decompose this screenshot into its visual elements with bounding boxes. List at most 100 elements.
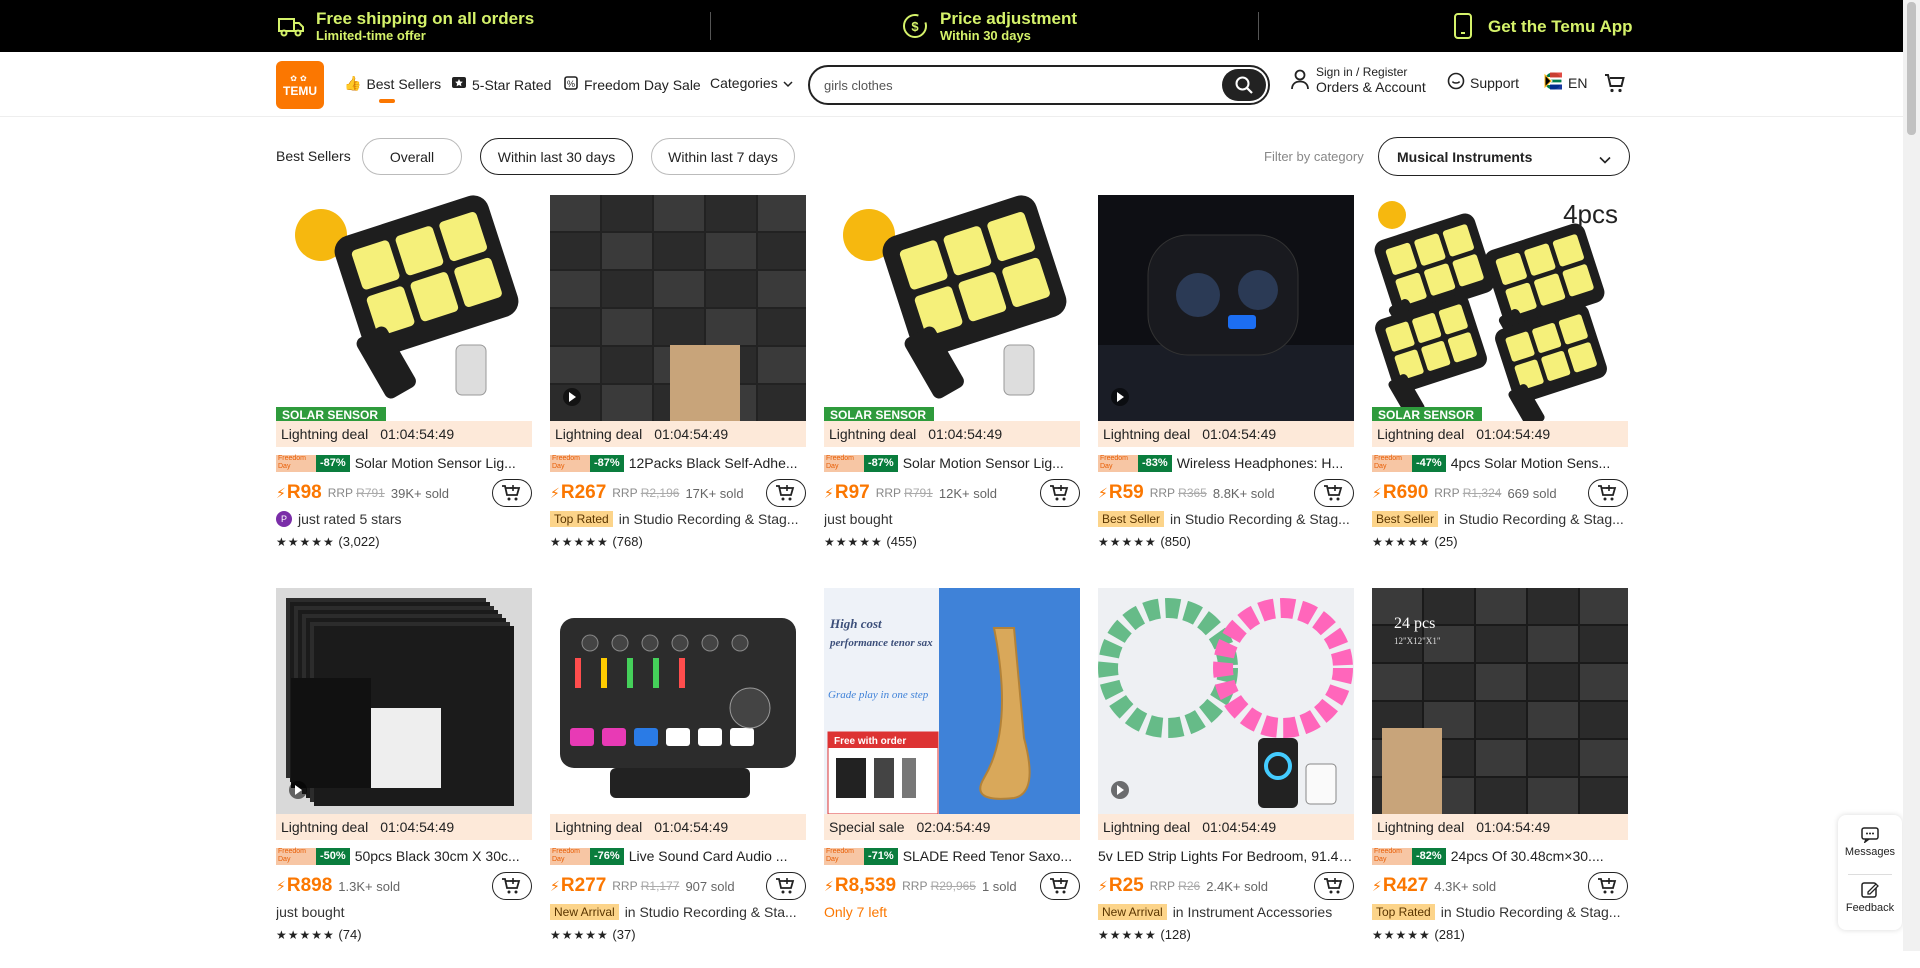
product-card[interactable]: 24 pcs 12"X12"X1" Lightning deal 01:04:54… xyxy=(1372,588,1628,968)
sold-count: 39K+ sold xyxy=(390,485,450,501)
product-card[interactable]: Lightning deal 01:04:54:49 Freedom Day -76… xyxy=(550,588,806,968)
deal-timer: 01:04:54:49 xyxy=(654,819,729,835)
add-to-cart-button[interactable] xyxy=(492,872,532,900)
messages-button[interactable]: Messages xyxy=(1838,827,1902,858)
sold-count: 4.3K+ sold xyxy=(1434,878,1497,894)
product-title-row[interactable]: Freedom Day -50% 50pcs Black 30cm X 30c... xyxy=(276,846,532,866)
product-title[interactable]: Solar Motion Sensor Lig... xyxy=(355,455,516,471)
product-card[interactable]: Lightning deal 01:04:54:49 Freedom Day -50… xyxy=(276,588,532,968)
product-card[interactable]: SOLAR SENSOR Lightning deal 01:04:54:49 … xyxy=(824,195,1080,575)
product-meta: New Arrival in Instrument Accessories xyxy=(1098,902,1354,922)
product-image[interactable]: SOLAR SENSOR xyxy=(824,195,1080,421)
add-to-cart-button[interactable] xyxy=(1588,479,1628,507)
nav-categories[interactable]: Categories xyxy=(710,75,793,91)
language-label: EN xyxy=(1568,74,1588,91)
product-title[interactable]: 5v LED Strip Lights For Bedroom, 91.44..… xyxy=(1098,848,1354,864)
nav-five-star-rated[interactable]: 5-Star Rated xyxy=(451,75,551,94)
product-image[interactable] xyxy=(276,588,532,814)
discount-badge: -82% xyxy=(1412,847,1446,865)
rrp-label: RRP xyxy=(1434,486,1460,500)
nav-best-sellers[interactable]: 👍 Best Sellers xyxy=(344,75,441,92)
product-title[interactable]: SLADE Reed Tenor Saxo... xyxy=(903,848,1072,864)
product-title[interactable]: 50pcs Black 30cm X 30c... xyxy=(355,848,520,864)
product-card[interactable]: High cost performance tenor sax Grade play… xyxy=(824,588,1080,968)
product-title-row[interactable]: Freedom Day -87% Solar Motion Sensor Lig..… xyxy=(276,453,532,473)
review-count: (281) xyxy=(1434,927,1465,942)
product-title-row[interactable]: Freedom Day -87% Solar Motion Sensor Lig..… xyxy=(824,453,1080,473)
add-to-cart-button[interactable] xyxy=(1040,479,1080,507)
add-to-cart-button[interactable] xyxy=(492,479,532,507)
language-selector[interactable]: EN xyxy=(1544,72,1587,93)
product-title-row[interactable]: Freedom Day -82% 24pcs Of 30.48cm×30.... xyxy=(1372,846,1628,866)
divider xyxy=(1258,12,1259,40)
sold-count: 669 sold xyxy=(1507,485,1557,501)
site-header: ✿✿ TEMU 👍 Best Sellers 5-Star Rated % Fr… xyxy=(0,52,1920,117)
search-box[interactable] xyxy=(808,65,1270,105)
temu-logo[interactable]: ✿✿ TEMU xyxy=(276,61,324,109)
product-price: R898 xyxy=(286,875,333,896)
product-title-row[interactable]: 5v LED Strip Lights For Bedroom, 91.44..… xyxy=(1098,846,1354,866)
category-select[interactable]: Musical Instruments xyxy=(1378,137,1630,176)
badge-line1: Freedom xyxy=(1374,848,1403,855)
filter-last-30-days[interactable]: Within last 30 days xyxy=(480,138,633,175)
add-to-cart-button[interactable] xyxy=(766,872,806,900)
get-app-promo[interactable]: Get the Temu App xyxy=(1448,0,1633,52)
rrp-price: RRP R26 xyxy=(1150,879,1200,893)
add-to-cart-button[interactable] xyxy=(1314,872,1354,900)
support-link[interactable]: Support xyxy=(1447,72,1519,93)
product-image[interactable] xyxy=(550,195,806,421)
product-card[interactable]: 4pcs SOLAR SENSOR Lightning deal 01:04:54… xyxy=(1372,195,1628,575)
filter-last-7-days[interactable]: Within last 7 days xyxy=(651,138,795,175)
product-card[interactable]: Lightning deal 01:04:54:49 5v LED Strip … xyxy=(1098,588,1354,968)
nav-freedom-day-sale[interactable]: % Freedom Day Sale xyxy=(563,75,701,94)
product-title[interactable]: Wireless Headphones: H... xyxy=(1177,455,1344,471)
sold-count: 17K+ sold xyxy=(685,485,744,501)
product-image[interactable]: 24 pcs 12"X12"X1" xyxy=(1372,588,1628,814)
product-image[interactable]: High cost performance tenor sax Grade play… xyxy=(824,588,1080,814)
add-to-cart-button[interactable] xyxy=(1314,479,1354,507)
product-title[interactable]: 4pcs Solar Motion Sens... xyxy=(1451,455,1611,471)
add-to-cart-button[interactable] xyxy=(1040,872,1080,900)
product-card[interactable]: Lightning deal 01:04:54:49 Freedom Day -87… xyxy=(550,195,806,575)
deal-banner: Lightning deal 01:04:54:49 xyxy=(276,814,532,840)
product-title[interactable]: Live Sound Card Audio ... xyxy=(629,848,788,864)
page-scrollbar[interactable] xyxy=(1903,0,1920,951)
sign-in-link[interactable]: Sign in / Register Orders & Account xyxy=(1290,65,1426,95)
product-title-row[interactable]: Freedom Day -87% 12Packs Black Self-Adhe..… xyxy=(550,453,806,473)
svg-text:%: % xyxy=(567,79,575,89)
stars: ★★★★★ xyxy=(1098,928,1157,942)
product-title[interactable]: 12Packs Black Self-Adhe... xyxy=(629,455,798,471)
product-title-row[interactable]: Freedom Day -83% Wireless Headphones: H... xyxy=(1098,453,1354,473)
deal-timer: 01:04:54:49 xyxy=(380,819,455,835)
lightning-icon: ⚡ xyxy=(1372,484,1382,501)
product-image[interactable]: 4pcs SOLAR SENSOR xyxy=(1372,195,1628,421)
filter-overall[interactable]: Overall xyxy=(362,138,462,175)
product-title-row[interactable]: Freedom Day -76% Live Sound Card Audio ... xyxy=(550,846,806,866)
add-to-cart-button[interactable] xyxy=(766,479,806,507)
search-input[interactable] xyxy=(824,75,1204,95)
product-title[interactable]: 24pcs Of 30.48cm×30.... xyxy=(1451,848,1604,864)
support-label: Support xyxy=(1470,74,1520,91)
product-title[interactable]: Solar Motion Sensor Lig... xyxy=(903,455,1064,471)
search-button[interactable] xyxy=(1222,69,1266,101)
product-tag: New Arrival xyxy=(1098,904,1167,920)
free-shipping-promo[interactable]: Free shipping on all orders Limited-time… xyxy=(276,0,534,52)
product-card[interactable]: Lightning deal 01:04:54:49 Freedom Day -83… xyxy=(1098,195,1354,575)
product-image[interactable]: SOLAR SENSOR xyxy=(276,195,532,421)
product-image[interactable] xyxy=(1098,588,1354,814)
product-image[interactable] xyxy=(1098,195,1354,421)
filter-section-label: Best Sellers xyxy=(276,148,351,164)
price-adjustment-promo[interactable]: $ Price adjustment Within 30 days xyxy=(900,0,1077,52)
review-count: (768) xyxy=(612,534,643,549)
product-title-row[interactable]: Freedom Day -71% SLADE Reed Tenor Saxo... xyxy=(824,846,1080,866)
scrollbar-thumb[interactable] xyxy=(1907,2,1916,135)
add-to-cart-button[interactable] xyxy=(1588,872,1628,900)
cart-button[interactable] xyxy=(1604,72,1626,97)
feedback-button[interactable]: Feedback xyxy=(1838,881,1902,914)
sold-count: 1 sold xyxy=(981,878,1017,894)
product-card[interactable]: SOLAR SENSOR Lightning deal 01:04:54:49 … xyxy=(276,195,532,575)
product-title-row[interactable]: Freedom Day -47% 4pcs Solar Motion Sens... xyxy=(1372,453,1628,473)
product-image[interactable] xyxy=(550,588,806,814)
add-cart-icon xyxy=(776,878,795,894)
edit-note-icon xyxy=(1861,882,1879,898)
